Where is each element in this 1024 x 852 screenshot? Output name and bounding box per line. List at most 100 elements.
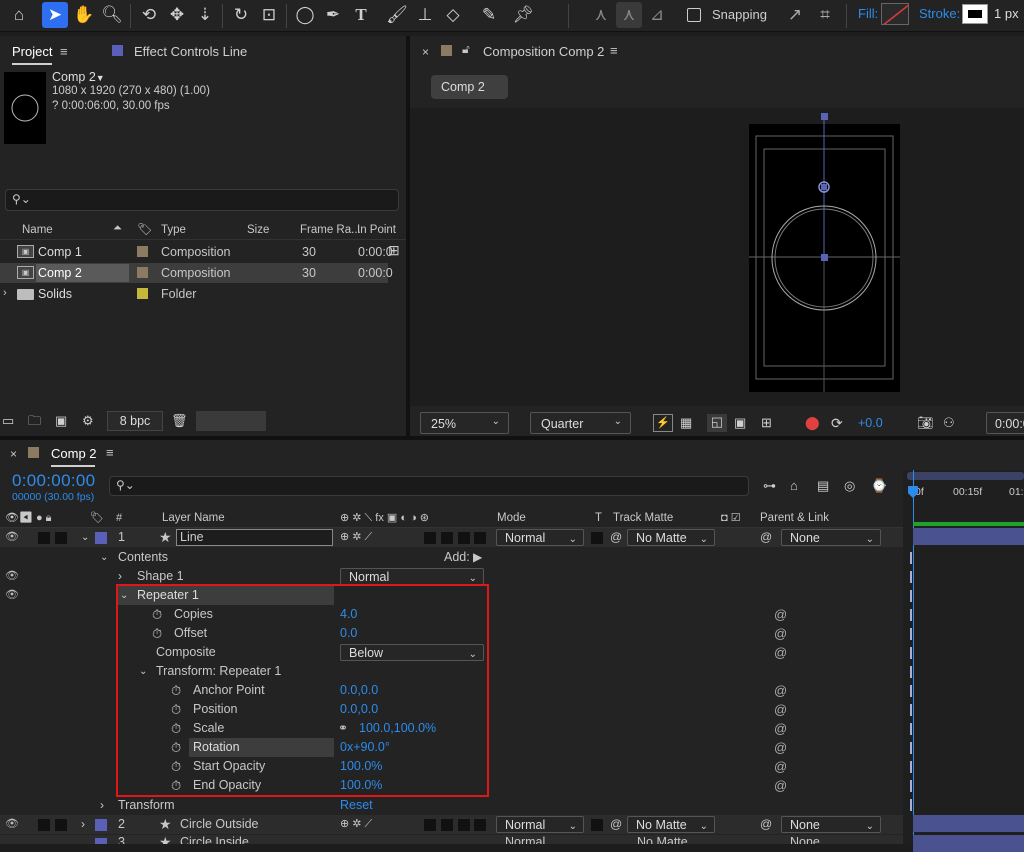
panel-menu-icon[interactable]: ≡ [106,445,114,460]
lock-icon[interactable]: 🔓︎ [462,42,470,57]
parent-dropdown[interactable]: None ⌄ [781,816,881,833]
reset-link[interactable]: Reset [340,796,373,815]
col-layer-name[interactable]: Layer Name [162,512,225,524]
frame-blending-icon[interactable]: ◎ [844,478,855,494]
show-snapshot-icon[interactable]: ⚇ [943,415,955,431]
snapshot-camera-icon[interactable]: 📷︎ [917,415,934,431]
parent-pickwhip-icon[interactable]: @ [760,815,772,834]
axis-world-icon[interactable]: ⋏ [616,2,642,28]
shy-layers-icon[interactable]: ▤ [817,478,829,494]
ellipse-tool-icon[interactable]: ◯ [292,2,318,28]
label-swatch[interactable] [137,246,148,257]
project-item-comp2[interactable]: ▣ Comp 2 Composition 30 0:00:0 [0,263,393,283]
track-matte-dropdown[interactable]: No Matte ⌄ [627,529,715,546]
label-swatch[interactable] [95,838,107,844]
expression-pickwhip-icon[interactable]: @ [774,643,787,662]
chevron-right-icon[interactable]: › [81,815,85,834]
col-size[interactable]: Size [247,224,269,236]
mask-visibility-icon[interactable]: ◱ [707,414,727,432]
project-item-solids[interactable]: › Solids Folder [0,284,388,304]
stroke-swatch[interactable] [962,4,988,24]
anchor-tool-icon[interactable]: ⊡ [256,2,282,28]
layer-row-2[interactable]: 👁︎ › 2 ★ Circle Outside ⊕ ✲ ⟋ Normal ⌄ @… [0,815,903,834]
comp-viewer[interactable] [410,108,1024,406]
parent-pickwhip-icon[interactable]: @ [760,528,772,547]
current-time-field[interactable]: 0:00:0 [986,412,1024,434]
panel-menu-icon[interactable]: ≡ [610,43,618,58]
expression-pickwhip-icon[interactable]: @ [774,605,787,624]
label-swatch[interactable] [137,267,148,278]
fast-previews-icon[interactable]: ⚡ [653,414,673,432]
track-matte-dropdown[interactable]: No Matte ⌄ [627,816,715,833]
home-icon[interactable]: ⌂ [6,2,32,28]
channel-icon[interactable]: ⬤ [805,415,820,431]
interpret-footage-icon[interactable]: ▭ [2,413,14,429]
rotate-tool-icon[interactable]: ↻ [228,2,254,28]
selection-tool-icon[interactable]: ➤ [42,2,68,28]
col-parent-link[interactable]: Parent & Link [760,512,829,524]
roto-brush-icon[interactable]: ✎ [476,2,502,28]
grid-guides-icon[interactable]: ⊞ [761,415,772,431]
expression-pickwhip-icon[interactable]: @ [774,681,787,700]
col-frame-rate[interactable]: Frame Ra... [300,224,361,236]
zoom-dropdown[interactable]: 25% ⌄ [420,412,509,434]
parent-dropdown[interactable]: None ⌄ [781,529,881,546]
hand-tool-icon[interactable]: ✋ [71,2,97,28]
col-name[interactable]: Name [22,224,53,236]
zoom-tool-icon[interactable]: 🔍︎ [99,2,125,28]
dolly-camera-icon[interactable]: ⇣ [192,2,218,28]
graph-editor-icon[interactable]: ⌚ [871,478,887,494]
project-item-comp1[interactable]: ▣ Comp 1 Composition 30 0:00:0 ⊞ [0,242,400,262]
sort-up-icon[interactable]: ⏶ [113,222,122,235]
region-of-interest-icon[interactable]: ▣ [734,415,746,431]
chevron-down-icon[interactable]: ⌄ [100,548,108,567]
axis-view-icon[interactable]: ⊿ [644,2,670,28]
flowchart-icon[interactable]: ⊞ [388,242,400,259]
add-play-icon[interactable]: ▶ [473,548,482,567]
mode-dropdown[interactable]: Normal ⌄ [496,816,584,833]
axis-local-icon[interactable]: ⋏ [588,2,614,28]
layer-name-field[interactable]: Line [176,529,333,546]
expression-pickwhip-icon[interactable]: @ [774,738,787,757]
layer-switches[interactable]: ⊕ ✲ ⟋ [340,815,372,834]
layer-row-3[interactable]: 3 ★ Circle Inside Normal No Matte None [0,835,903,844]
snap-edge-icon[interactable]: ↗ [782,2,808,28]
transparency-grid-icon[interactable]: ▦ [680,415,692,431]
chevron-right-icon[interactable]: › [3,287,7,299]
type-tool-icon[interactable]: T [348,2,374,28]
clone-stamp-icon[interactable]: ⊥ [412,2,438,28]
project-search-input[interactable]: ⚲⌄ [5,189,399,211]
chevron-down-icon[interactable]: ⌄ [81,528,89,547]
eye-icon[interactable]: 👁︎ [5,586,19,605]
timeline-search-input[interactable]: ⚲⌄ [109,476,749,496]
label-tag-icon[interactable]: 🏷︎ [137,222,152,236]
trash-icon[interactable]: 🗑︎ [171,413,188,429]
chevron-right-icon[interactable]: › [100,796,104,815]
col-mode[interactable]: Mode [497,512,526,524]
snapping-checkbox[interactable] [687,8,701,22]
eye-icon[interactable]: 👁︎ [5,567,19,586]
label-swatch[interactable] [95,819,107,831]
puppet-pin-icon[interactable]: 📌︎ [510,2,536,28]
fill-swatch[interactable] [881,3,909,25]
layer-switches[interactable]: ⊕ ✲ ⟋ [340,528,372,547]
pen-tool-icon[interactable]: ✒ [320,2,346,28]
new-folder-icon[interactable]: 🗀 [28,413,41,429]
col-t[interactable]: T [595,512,602,524]
new-composition-icon[interactable]: ▣ [55,413,67,429]
eye-icon[interactable]: 👁︎ [5,528,19,547]
layer-row-1[interactable]: 👁︎ ⌄ 1 ★ Line ⊕ ✲ ⟋ Normal ⌄ @ No Matte … [0,528,903,547]
snap-grid-icon[interactable]: ⌗ [812,2,838,28]
pan-camera-icon[interactable]: ✥ [164,2,190,28]
effect-controls-tab[interactable]: Effect Controls Line [134,44,247,59]
label-swatch[interactable] [137,288,148,299]
col-track-matte[interactable]: Track Matte [613,512,673,524]
exposure-value[interactable]: +0.0 [858,416,883,430]
reset-exposure-icon[interactable]: ⟳ [831,415,843,431]
layer-name[interactable]: Circle Outside [180,815,259,834]
layer-name[interactable]: Circle Inside [180,835,249,844]
project-tab[interactable]: Project [12,44,52,59]
resolution-dropdown[interactable]: Quarter ⌄ [530,412,631,434]
stroke-width-value[interactable]: 1 px [994,6,1019,21]
comp-breadcrumb[interactable]: Comp 2 [431,75,508,99]
